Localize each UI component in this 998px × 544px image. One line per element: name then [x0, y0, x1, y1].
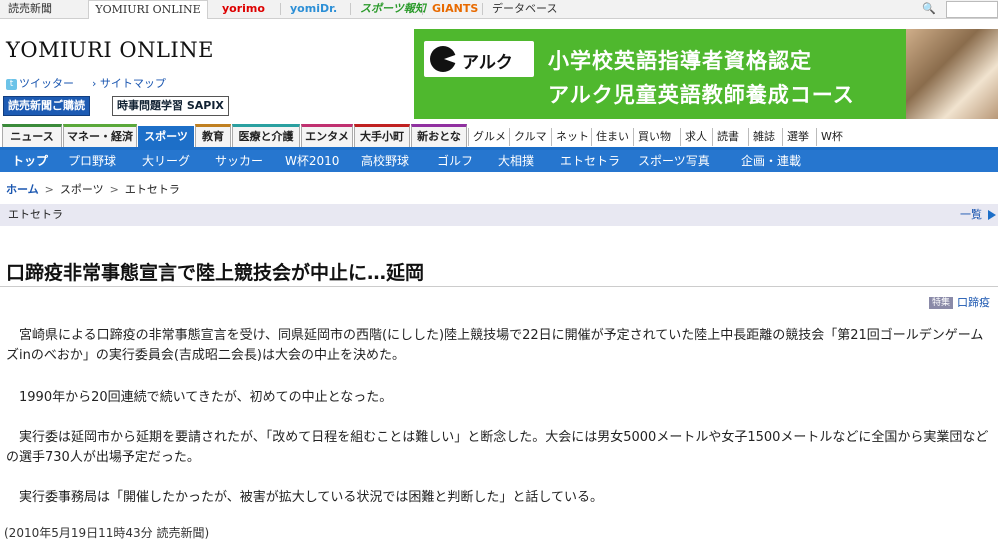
ad-photo: [906, 29, 998, 119]
section-header: エトセトラ 一覧: [0, 204, 998, 226]
portal-link-database[interactable]: データベース: [492, 0, 557, 18]
sports-nav-etcetera[interactable]: エトセトラ: [560, 150, 620, 172]
ad-subheadline: アルク児童英語教師養成コース: [548, 83, 855, 107]
article-paragraph: 実行委は延岡市から延期を要請されたが、「改めて日程を組むことは難しい」と断念した…: [6, 430, 989, 465]
sports-nav-features[interactable]: 企画・連載: [741, 150, 801, 172]
twitter-label: ツイッター: [19, 77, 74, 90]
category-tab-sports[interactable]: スポーツ: [138, 126, 194, 147]
subcategory-shopping[interactable]: 買い物: [633, 128, 675, 146]
category-tab-otona[interactable]: 新おとな: [411, 124, 467, 147]
divider: [280, 3, 281, 15]
category-tab-entertainment[interactable]: エンタメ: [301, 124, 353, 147]
sports-nav-photos[interactable]: スポーツ写真: [638, 150, 710, 172]
subcategory-net[interactable]: ネット: [551, 128, 593, 146]
article-paragraph: 宮崎県による口蹄疫の非常事態宣言を受け、同県延岡市の西階(にしした)陸上競技場で…: [6, 328, 984, 363]
subcategory-car[interactable]: クルマ: [509, 128, 551, 146]
sports-nav-golf[interactable]: ゴルフ: [437, 150, 473, 172]
section-title: エトセトラ: [8, 208, 63, 221]
pacman-logo-icon: [430, 46, 456, 72]
breadcrumb-separator: >: [44, 183, 54, 196]
subscribe-button[interactable]: 読売新聞ご購読: [3, 96, 90, 116]
portal-tab-yomiuri-online[interactable]: YOMIURI ONLINE: [88, 0, 208, 19]
article-paragraph: 実行委事務局は「開催したかったが、被害が拡大している状況では困難と判断した」と話…: [19, 490, 603, 505]
feature-tag-label[interactable]: 口蹄疫: [957, 296, 990, 309]
arrow-right-icon[interactable]: [988, 210, 996, 220]
search-icon[interactable]: 🔍: [922, 2, 936, 15]
divider: [350, 3, 351, 15]
headline-divider: [0, 286, 998, 287]
sports-nav-mlb[interactable]: 大リーグ: [142, 150, 190, 172]
breadcrumb-current[interactable]: エトセトラ: [125, 183, 180, 196]
ad-banner[interactable]: アルク 小学校英語指導者資格認定 アルク児童英語教師養成コース: [414, 29, 998, 119]
breadcrumb-sports[interactable]: スポーツ: [60, 183, 104, 196]
portal-link-yomiuri[interactable]: 読売新聞: [8, 0, 52, 18]
sports-nav-top[interactable]: トップ: [12, 150, 48, 172]
ad-headline: 小学校英語指導者資格認定: [548, 49, 812, 73]
feature-badge: 特集: [928, 297, 953, 309]
divider: [422, 3, 423, 15]
category-tab-money[interactable]: マネー・経済: [63, 124, 137, 147]
site-logo[interactable]: YOMIURI ONLINE: [6, 38, 214, 62]
article-timestamp: (2010年5月19日11時43分 読売新聞): [4, 526, 210, 540]
sports-nav-sumo[interactable]: 大相撲: [498, 150, 534, 172]
divider: [482, 3, 483, 15]
breadcrumb: ホーム > スポーツ > エトセトラ: [6, 181, 180, 197]
subcategory-magazines[interactable]: 雑誌: [748, 128, 779, 146]
article-paragraph: 1990年から20回連続で続いてきたが、初めての中止となった。: [19, 390, 393, 405]
ad-brand-name: アルク: [462, 53, 513, 73]
feature-tag[interactable]: 特集 口蹄疫: [928, 294, 990, 310]
sitemap-label: サイトマップ: [99, 77, 166, 90]
twitter-link[interactable]: t ツイッター: [6, 75, 74, 91]
category-tab-medical[interactable]: 医療と介護: [232, 124, 300, 147]
search-input[interactable]: [946, 1, 998, 18]
portal-link-hochi[interactable]: スポーツ報知: [360, 0, 426, 18]
category-tab-news[interactable]: ニュース: [2, 124, 62, 147]
article-headline: 口蹄疫非常事態宣言で陸上競技会が中止に…延岡: [6, 262, 425, 284]
sapix-button[interactable]: 時事問題学習 SAPIX: [112, 96, 229, 116]
portal-link-yorimo[interactable]: yorimo: [222, 0, 265, 18]
category-nav: ニュース マネー・経済 スポーツ 教育 医療と介護 エンタメ 大手小町 新おとな…: [0, 124, 998, 150]
sports-nav-worldcup[interactable]: W杯2010: [285, 150, 339, 172]
top-portal-bar: 読売新聞 YOMIURI ONLINE yorimo yomiDr. スポーツ報…: [0, 0, 998, 19]
breadcrumb-separator: >: [109, 183, 119, 196]
subcategory-worldcup[interactable]: W杯: [816, 128, 847, 146]
portal-link-yomidr[interactable]: yomiDr.: [290, 0, 337, 18]
sitemap-link[interactable]: › サイトマップ: [92, 75, 166, 91]
category-tab-education[interactable]: 教育: [195, 124, 231, 147]
subcategory-jobs[interactable]: 求人: [680, 128, 711, 146]
ad-brand-logo: アルク: [424, 41, 534, 77]
breadcrumb-home[interactable]: ホーム: [6, 183, 39, 196]
sports-nav-highschool[interactable]: 高校野球: [361, 150, 409, 172]
twitter-icon: t: [6, 78, 17, 90]
subcategory-elections[interactable]: 選挙: [782, 128, 813, 146]
sports-nav-baseball[interactable]: プロ野球: [68, 150, 116, 172]
sports-nav-soccer[interactable]: サッカー: [215, 150, 263, 172]
subcategory-housing[interactable]: 住まい: [591, 128, 633, 146]
section-list-link[interactable]: 一覧: [960, 204, 982, 226]
category-tab-otemachi[interactable]: 大手小町: [354, 124, 410, 147]
subcategory-gourmet[interactable]: グルメ: [468, 128, 510, 146]
portal-link-giants[interactable]: GIANTS: [432, 0, 478, 18]
subcategory-books[interactable]: 読書: [712, 128, 743, 146]
sports-subnav: トップ プロ野球 大リーグ サッカー W杯2010 高校野球 ゴルフ 大相撲 エ…: [0, 150, 998, 172]
